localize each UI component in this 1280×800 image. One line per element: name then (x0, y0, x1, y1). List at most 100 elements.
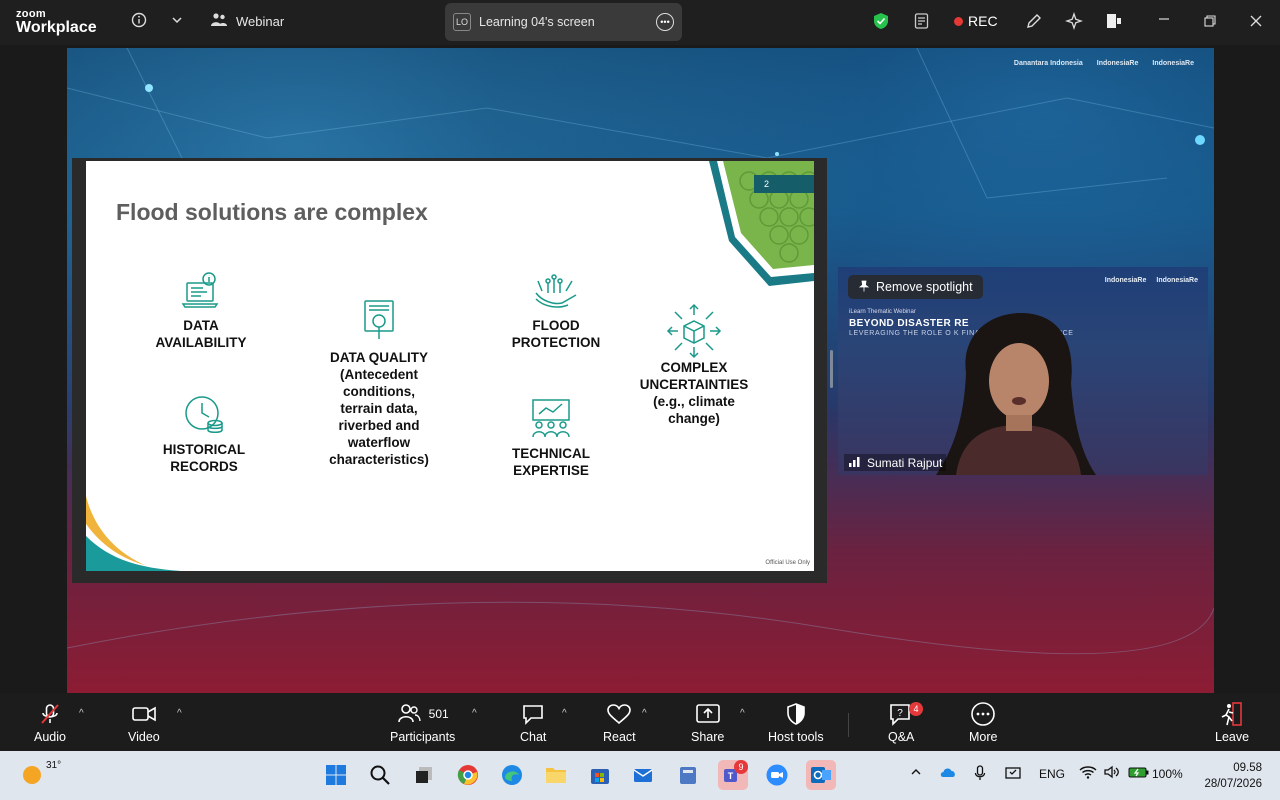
microphone-tray-icon[interactable] (974, 765, 986, 784)
participants-button[interactable]: 501 Participants (390, 701, 455, 744)
chevron-down-icon[interactable] (171, 13, 183, 30)
zoom-workplace-logo: zoom Workplace (16, 9, 97, 36)
mic-muted-icon (38, 701, 62, 727)
task-view-icon (416, 767, 432, 783)
cube-arrows-icon (666, 303, 722, 359)
weather-widget[interactable]: 31° (20, 760, 61, 791)
screen-share-indicator[interactable]: LO Learning 04's screen ••• (445, 3, 682, 41)
outlook-app[interactable] (806, 760, 836, 790)
title-bar: zoom Workplace Webinar LO Learning 04's … (0, 0, 1280, 45)
share-options-caret-icon[interactable]: ^ (740, 708, 745, 719)
store-app[interactable] (585, 760, 615, 790)
item-label: TECHNICAL EXPERTISE (512, 446, 590, 478)
share-button[interactable]: Share (691, 701, 724, 744)
react-label: React (603, 730, 636, 744)
system-clock[interactable]: 09.58 28/07/2026 (1204, 760, 1262, 792)
item-label: DATA AVAILABILITY (155, 318, 247, 350)
zoom-app[interactable] (762, 760, 792, 790)
document-magnifier-icon (364, 300, 394, 339)
item-data-availability: DATA AVAILABILITY (146, 271, 256, 351)
wifi-icon[interactable] (1079, 765, 1097, 782)
qa-count-badge: 4 (909, 702, 923, 716)
search-button[interactable] (365, 760, 395, 790)
mail-app[interactable] (629, 760, 659, 790)
teams-notification-badge: 9 (734, 760, 748, 774)
recording-indicator[interactable]: REC (954, 13, 998, 29)
remove-spotlight-button[interactable]: Remove spotlight (848, 275, 983, 299)
leave-button[interactable]: Leave (1215, 701, 1249, 744)
stage-logo-3: IndonesiaRe (1152, 60, 1194, 67)
stage-logo-2: IndonesiaRe (1096, 60, 1139, 67)
annotate-pen-icon[interactable] (1025, 12, 1043, 34)
participants-label: Participants (390, 730, 456, 744)
item-historical-records: HISTORICAL RECORDS (149, 393, 259, 475)
audio-options-caret-icon[interactable]: ^ (79, 708, 84, 719)
svg-text:?: ? (897, 708, 903, 719)
restore-icon[interactable] (1203, 14, 1217, 33)
qa-label: Q&A (888, 730, 915, 744)
host-tools-label: Host tools (768, 730, 824, 744)
speaker-video-tile[interactable]: IndonesiaRe IndonesiaRe iLearn Thematic … (838, 267, 1208, 475)
windows-taskbar: 31° T 9 ENG 100% 09.58 28/07/2026 (0, 751, 1280, 800)
video-label: Video (128, 730, 160, 744)
participants-count: 501 (428, 707, 449, 721)
share-screen-icon (695, 701, 721, 727)
battery-percentage: 100% (1152, 767, 1183, 781)
shield-check-icon[interactable] (872, 12, 890, 34)
side-panel-icon[interactable] (1105, 12, 1123, 34)
speaker-avatar (936, 313, 1096, 475)
meeting-type-label: Webinar (236, 14, 285, 29)
signal-strength-icon (848, 455, 862, 470)
share-label: Share (691, 730, 725, 744)
onedrive-cloud-icon[interactable] (939, 766, 957, 781)
video-options-caret-icon[interactable]: ^ (177, 708, 182, 719)
ai-companion-icon[interactable] (1065, 12, 1083, 34)
more-options-icon[interactable]: ••• (656, 13, 674, 31)
item-label: HISTORICAL RECORDS (162, 442, 246, 474)
participant-name: Sumati Rajput (867, 455, 943, 470)
zoom-icon (766, 764, 788, 786)
task-view-button[interactable] (409, 760, 439, 790)
edge-app[interactable] (497, 760, 527, 790)
item-technical-expertise: TECHNICAL EXPERTISE (496, 397, 606, 479)
start-button[interactable] (321, 760, 351, 790)
participants-control: 501 (397, 701, 449, 727)
chat-button[interactable]: Chat (520, 701, 546, 744)
chrome-icon (457, 765, 478, 785)
audio-button[interactable]: Audio (34, 701, 66, 744)
recording-label: REC (968, 13, 998, 29)
file-explorer-app[interactable] (541, 760, 571, 790)
split-resize-handle[interactable] (830, 350, 833, 388)
chrome-app[interactable] (453, 760, 483, 790)
react-button[interactable]: React (603, 701, 636, 744)
volume-icon[interactable] (1103, 765, 1121, 782)
logo-line2: Workplace (16, 19, 97, 36)
minimize-icon[interactable] (1157, 12, 1171, 31)
info-icon[interactable] (131, 12, 147, 32)
display-tray-icon[interactable] (1004, 765, 1022, 784)
slide-title: Flood solutions are complex (116, 199, 428, 225)
host-shield-icon (785, 701, 807, 727)
swoosh-decoration (86, 496, 181, 571)
item-label: FLOOD PROTECTION (511, 318, 601, 350)
input-language[interactable]: ENG (1039, 767, 1065, 781)
chat-options-caret-icon[interactable]: ^ (562, 708, 567, 719)
transcript-icon[interactable] (913, 12, 931, 34)
more-button[interactable]: More (969, 701, 997, 744)
participants-options-caret-icon[interactable]: ^ (472, 708, 477, 719)
record-dot-icon (954, 16, 963, 26)
hand-network-icon (535, 274, 577, 308)
react-options-caret-icon[interactable]: ^ (642, 708, 647, 719)
host-tools-button[interactable]: Host tools (768, 701, 824, 744)
laptop-info-icon (181, 272, 219, 308)
meeting-type[interactable]: Webinar (210, 12, 284, 31)
show-hidden-icons-chevron-icon[interactable] (910, 766, 922, 781)
calculator-app[interactable] (673, 760, 703, 790)
svg-text:T: T (728, 771, 734, 781)
item-flood-protection: FLOOD PROTECTION (501, 271, 611, 351)
video-logos: IndonesiaRe IndonesiaRe (1105, 277, 1198, 284)
close-icon[interactable] (1249, 14, 1263, 33)
video-button[interactable]: Video (128, 701, 160, 744)
battery-charging-icon[interactable] (1128, 766, 1150, 781)
clock-time: 09.58 (1233, 762, 1262, 774)
